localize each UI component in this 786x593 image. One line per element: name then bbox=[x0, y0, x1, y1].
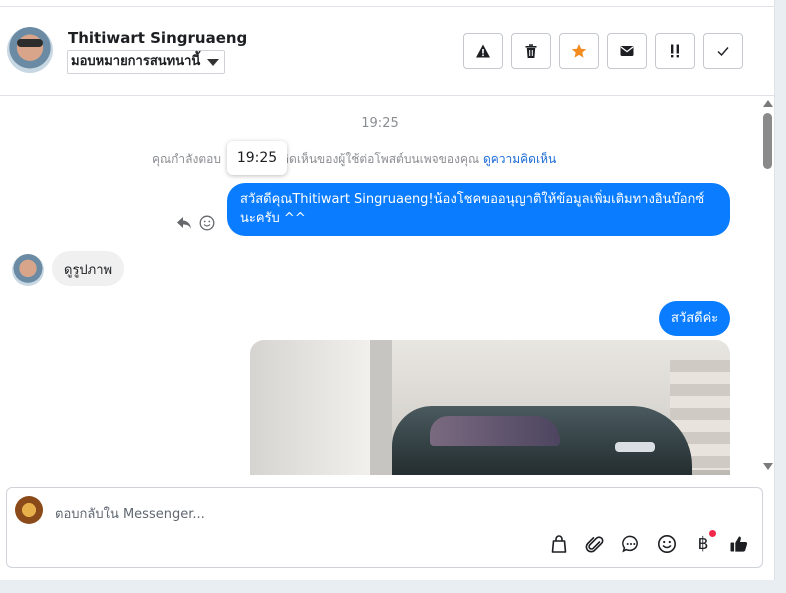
assign-conversation-dropdown[interactable]: มอบหมายการสนทนานี้ bbox=[67, 50, 226, 74]
baht-icon: ฿ bbox=[697, 534, 709, 554]
caret-down-icon bbox=[207, 59, 220, 66]
delete-button[interactable] bbox=[511, 33, 551, 69]
conversation-panel: Thitiwart Singruaeng มอบหมายการสนทนานี้ bbox=[0, 0, 775, 580]
scroll-thumb[interactable] bbox=[763, 113, 772, 169]
conversation-header: Thitiwart Singruaeng มอบหมายการสนทนานี้ bbox=[0, 7, 775, 96]
warning-icon bbox=[476, 44, 490, 58]
star-button[interactable] bbox=[559, 33, 599, 69]
outgoing-message[interactable]: สวัสดีค่ะ bbox=[659, 301, 731, 336]
composer-tools: ฿ bbox=[549, 530, 749, 554]
bag-icon bbox=[551, 535, 567, 553]
reply-icon[interactable] bbox=[176, 216, 192, 230]
mark-unread-button[interactable] bbox=[607, 33, 647, 69]
incoming-message[interactable]: ดูรูปภาพ bbox=[52, 251, 125, 286]
check-icon bbox=[717, 47, 729, 57]
star-icon bbox=[571, 44, 587, 58]
view-comment-link[interactable]: ดูความคิดเห็น bbox=[483, 152, 556, 166]
message-thread[interactable]: 19:25 คุณกำลังตอบ คิดเห็นของผู้ใช้ต่อโพสต… bbox=[0, 97, 760, 475]
report-button[interactable] bbox=[463, 33, 503, 69]
react-emoji-icon[interactable] bbox=[199, 215, 215, 231]
contact-avatar-small[interactable] bbox=[12, 254, 44, 286]
mark-done-button[interactable] bbox=[703, 33, 743, 69]
assign-label: มอบหมายการสนทนานี้ bbox=[71, 54, 201, 69]
page-avatar bbox=[15, 496, 43, 524]
scroll-up-arrow-icon[interactable] bbox=[763, 100, 773, 107]
contact-avatar[interactable] bbox=[7, 27, 53, 73]
trash-icon bbox=[525, 44, 537, 58]
thread-timestamp: 19:25 bbox=[361, 116, 399, 131]
scroll-down-arrow-icon[interactable] bbox=[763, 463, 773, 470]
comment-reply-notice: คุณกำลังตอบ คิดเห็นของผู้ใช้ต่อโพสต์บนเพจ… bbox=[152, 150, 556, 169]
emoji-button[interactable] bbox=[657, 534, 677, 554]
attach-file-button[interactable] bbox=[585, 534, 605, 554]
chat-icon bbox=[622, 535, 638, 553]
saved-replies-button[interactable] bbox=[549, 534, 569, 554]
emoji-icon bbox=[658, 535, 676, 553]
notice-text: คุณกำลังตอบ bbox=[152, 152, 221, 166]
time-tooltip: 19:25 bbox=[227, 141, 287, 175]
important-icon bbox=[671, 44, 679, 58]
paperclip-icon bbox=[585, 536, 604, 553]
reply-input[interactable]: ตอบกลับใน Messenger... bbox=[55, 503, 205, 524]
thread-scrollbar[interactable] bbox=[761, 97, 774, 475]
message-templates-button[interactable] bbox=[621, 534, 641, 554]
reply-composer[interactable]: ตอบกลับใน Messenger... ฿ bbox=[6, 487, 763, 568]
send-like-button[interactable] bbox=[729, 534, 749, 554]
mail-icon bbox=[620, 46, 634, 56]
notification-dot bbox=[709, 530, 716, 537]
important-button[interactable] bbox=[655, 33, 695, 69]
payment-button[interactable]: ฿ bbox=[693, 530, 716, 554]
thumbs-up-icon bbox=[730, 536, 748, 552]
header-actions bbox=[463, 33, 743, 69]
notice-text-2: คิดเห็นของผู้ใช้ต่อโพสต์บนเพจของคุณ bbox=[281, 152, 480, 166]
outgoing-message[interactable]: สวัสดีคุณThitiwart Singruaeng!น้องโชคขออ… bbox=[227, 183, 730, 236]
attached-car-photo[interactable] bbox=[250, 340, 730, 475]
contact-name[interactable]: Thitiwart Singruaeng bbox=[68, 29, 247, 47]
